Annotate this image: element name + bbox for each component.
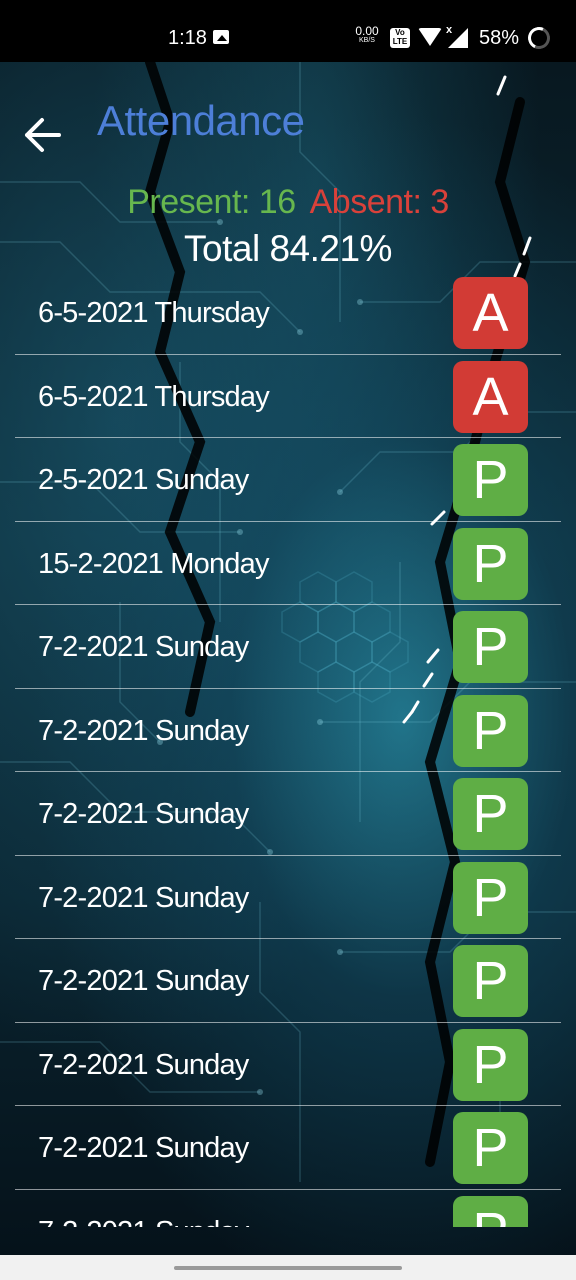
attendance-row[interactable]: 7-2-2021 Sunday P	[15, 1023, 561, 1106]
present-badge: P	[453, 1195, 528, 1227]
navigation-bar	[0, 1255, 576, 1280]
battery-percent: 58%	[479, 27, 520, 49]
absent-badge: A	[453, 360, 528, 433]
attendance-row[interactable]: 7-2-2021 Sunday P	[15, 689, 561, 772]
battery-icon	[524, 23, 554, 53]
back-arrow-icon[interactable]	[24, 117, 62, 153]
attendance-row[interactable]: 7-2-2021 Sunday P	[15, 1190, 561, 1228]
attendance-screen: 1:18 0.00 KB/S Vo LTE x 58% Attendance P…	[0, 0, 576, 1280]
absent-badge: A	[453, 277, 528, 349]
present-badge: P	[453, 611, 528, 683]
present-badge: P	[453, 527, 528, 600]
wifi-icon	[418, 28, 442, 46]
home-gesture-handle[interactable]	[174, 1266, 402, 1270]
attendance-date: 7-2-2021 Sunday	[38, 1214, 249, 1228]
attendance-date: 2-5-2021 Sunday	[38, 464, 249, 496]
total-percentage: Total 84.21%	[184, 228, 392, 269]
attendance-date: 7-2-2021 Sunday	[38, 798, 249, 830]
network-speed-unit: KB/S	[359, 37, 375, 44]
present-badge: P	[453, 1028, 528, 1101]
present-count: Present: 16	[127, 183, 296, 221]
absent-count: Absent: 3	[309, 183, 450, 221]
present-badge: P	[453, 694, 528, 767]
page-title: Attendance	[97, 97, 305, 144]
attendance-date: 6-5-2021 Thursday	[38, 380, 270, 413]
attendance-date: 7-2-2021 Sunday	[38, 881, 249, 914]
attendance-row[interactable]: 2-5-2021 Sunday P	[15, 438, 561, 522]
attendance-row[interactable]: 6-5-2021 Thursday A	[15, 355, 561, 438]
attendance-row[interactable]: 7-2-2021 Sunday P	[15, 856, 561, 939]
status-bar: 1:18 0.00 KB/S Vo LTE x 58%	[0, 0, 576, 62]
present-badge: P	[453, 945, 528, 1017]
attendance-date: 15-2-2021 Monday	[38, 547, 269, 580]
attendance-date: 7-2-2021 Sunday	[38, 1132, 249, 1164]
attendance-date: 6-5-2021 Thursday	[38, 297, 270, 329]
attendance-date: 7-2-2021 Sunday	[38, 965, 249, 997]
attendance-row[interactable]: 15-2-2021 Monday P	[15, 522, 561, 605]
network-speed: 0.00 KB/S	[354, 24, 380, 45]
attendance-date: 7-2-2021 Sunday	[38, 714, 249, 747]
gallery-notification-icon	[213, 30, 229, 44]
attendance-date: 7-2-2021 Sunday	[38, 631, 249, 663]
attendance-row[interactable]: 6-5-2021 Thursday A	[15, 271, 561, 355]
cell-signal-icon	[448, 28, 468, 48]
present-badge: P	[453, 861, 528, 934]
attendance-row[interactable]: 7-2-2021 Sunday P	[15, 605, 561, 689]
present-badge: P	[453, 444, 528, 516]
network-speed-value: 0.00	[355, 24, 379, 38]
present-badge: P	[453, 778, 528, 850]
volte-icon: Vo LTE	[390, 28, 410, 48]
attendance-row[interactable]: 7-2-2021 Sunday P	[15, 939, 561, 1023]
status-time: 1:18	[168, 27, 207, 49]
attendance-summary: Present: 16 Absent: 3	[0, 180, 576, 224]
attendance-list[interactable]: 6-5-2021 Thursday A 6-5-2021 Thursday A 2-5-…	[15, 271, 561, 1227]
attendance-date: 7-2-2021 Sunday	[38, 1048, 249, 1081]
attendance-row[interactable]: 7-2-2021 Sunday P	[15, 772, 561, 856]
present-badge: P	[453, 1112, 528, 1184]
attendance-row[interactable]: 7-2-2021 Sunday P	[15, 1106, 561, 1190]
